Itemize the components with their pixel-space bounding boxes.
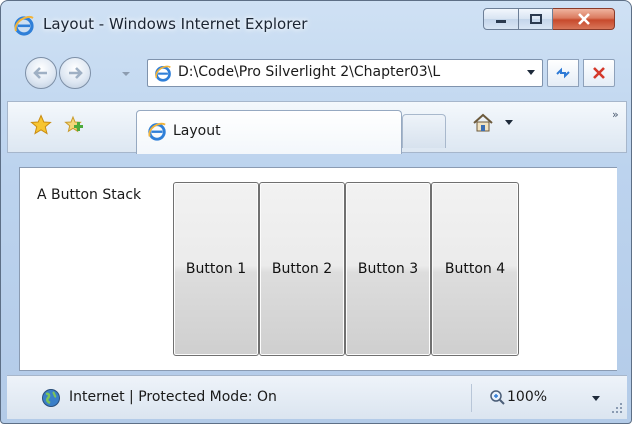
zoom-level[interactable]: 100% bbox=[507, 389, 547, 405]
home-icon[interactable] bbox=[472, 112, 494, 134]
ie-page-icon bbox=[155, 65, 171, 82]
stack-label: A Button Stack bbox=[37, 187, 142, 203]
minimize-button[interactable] bbox=[483, 8, 519, 30]
home-dropdown-icon[interactable] bbox=[504, 119, 514, 127]
refresh-button[interactable] bbox=[547, 59, 579, 87]
back-arrow-icon bbox=[33, 67, 47, 79]
browser-window: Layout - Windows Internet Explorer D:\Co… bbox=[0, 0, 632, 424]
status-zone[interactable]: Internet | Protected Mode: On bbox=[69, 389, 277, 405]
favorites-star-icon[interactable] bbox=[30, 114, 52, 136]
tab-label: Layout bbox=[173, 123, 221, 139]
tab-bar: Layout » bbox=[7, 101, 627, 154]
address-bar[interactable]: D:\Code\Pro Silverlight 2\Chapter03\L bbox=[147, 59, 543, 87]
ie-tab-icon bbox=[148, 122, 166, 141]
resize-grip-icon[interactable] bbox=[611, 402, 623, 414]
zoom-dropdown-icon[interactable] bbox=[591, 395, 601, 403]
close-button[interactable] bbox=[553, 8, 615, 30]
stop-button[interactable] bbox=[583, 59, 615, 87]
recent-pages-dropdown-icon[interactable] bbox=[121, 69, 131, 79]
caption-buttons bbox=[483, 8, 621, 32]
address-url[interactable]: D:\Code\Pro Silverlight 2\Chapter03\L bbox=[178, 64, 512, 80]
button-2[interactable]: Button 2 bbox=[259, 182, 345, 356]
forward-button[interactable] bbox=[59, 57, 91, 89]
ie-logo-icon bbox=[14, 16, 34, 36]
maximize-button[interactable] bbox=[519, 8, 553, 30]
button-3[interactable]: Button 3 bbox=[345, 182, 431, 356]
address-dropdown-button[interactable] bbox=[520, 60, 542, 86]
tab-layout[interactable]: Layout bbox=[136, 110, 402, 154]
maximize-icon bbox=[529, 14, 542, 24]
button-4[interactable]: Button 4 bbox=[431, 182, 519, 356]
minimize-icon bbox=[496, 20, 506, 23]
refresh-icon bbox=[556, 67, 570, 79]
toolbar-overflow-icon[interactable]: » bbox=[612, 108, 619, 121]
forward-arrow-icon bbox=[69, 67, 83, 79]
window-title: Layout - Windows Internet Explorer bbox=[43, 15, 308, 33]
add-favorites-icon[interactable] bbox=[62, 114, 84, 136]
status-bar: Internet | Protected Mode: On 100% bbox=[7, 375, 627, 419]
status-separator bbox=[471, 384, 472, 412]
chevron-down-icon bbox=[527, 70, 535, 75]
back-button[interactable] bbox=[25, 57, 57, 89]
zoom-icon[interactable] bbox=[489, 389, 505, 405]
globe-icon bbox=[42, 389, 60, 407]
stop-icon bbox=[593, 67, 605, 79]
button-1[interactable]: Button 1 bbox=[173, 182, 259, 356]
title-bar: Layout - Windows Internet Explorer bbox=[1, 1, 631, 47]
new-tab-button[interactable] bbox=[402, 114, 446, 148]
close-icon bbox=[577, 13, 590, 25]
